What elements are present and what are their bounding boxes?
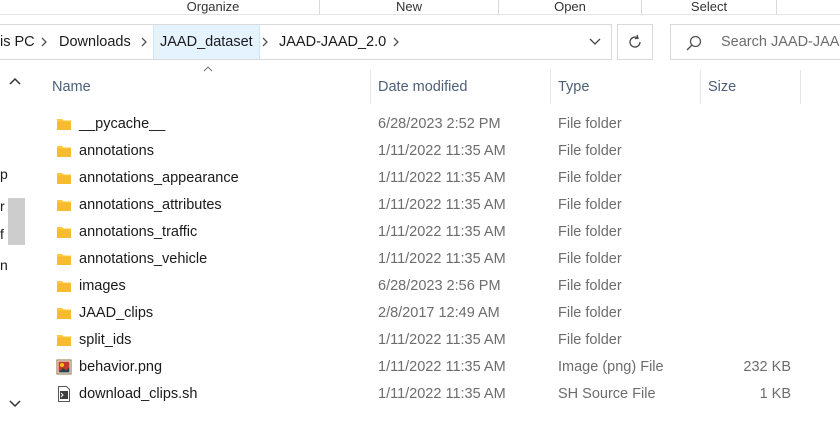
file-row[interactable]: annotations_appearance 1/11/2022 11:35 A… bbox=[0, 165, 840, 192]
search-box[interactable]: Search JAAD-JAAD_2.0 bbox=[670, 24, 840, 60]
sort-ascending-icon bbox=[203, 66, 213, 72]
file-name: annotations_appearance bbox=[79, 170, 239, 186]
file-type: File folder bbox=[558, 197, 622, 213]
file-name: JAAD_clips bbox=[79, 305, 154, 321]
refresh-button[interactable] bbox=[617, 24, 653, 60]
file-type: File folder bbox=[558, 251, 622, 267]
file-row[interactable]: split_ids 1/11/2022 11:35 AM File folder bbox=[0, 327, 840, 354]
column-divider[interactable] bbox=[550, 70, 551, 104]
ribbon-group-open: Open bbox=[499, 0, 642, 15]
file-row[interactable]: annotations 1/11/2022 11:35 AM File fold… bbox=[0, 138, 840, 165]
file-date-modified: 1/11/2022 11:35 AM bbox=[378, 332, 506, 348]
scroll-up-arrow-icon[interactable] bbox=[9, 76, 21, 86]
file-row[interactable]: behavior.png 1/11/2022 11:35 AM Image (p… bbox=[0, 354, 840, 381]
chevron-down-icon bbox=[589, 38, 601, 45]
refresh-icon bbox=[629, 34, 641, 48]
file-row[interactable]: __pycache__ 6/28/2023 2:52 PM File folde… bbox=[0, 111, 840, 138]
file-date-modified: 1/11/2022 11:35 AM bbox=[378, 359, 506, 375]
file-size bbox=[700, 111, 791, 138]
ribbon-group-new: New bbox=[320, 0, 499, 15]
breadcrumb-separator-icon[interactable] bbox=[36, 25, 52, 59]
folder-icon bbox=[57, 227, 71, 238]
file-name: behavior.png bbox=[79, 359, 163, 375]
column-header-name[interactable]: Name bbox=[52, 70, 91, 104]
address-history-dropdown-button[interactable] bbox=[583, 25, 607, 59]
file-row[interactable]: annotations_attributes 1/11/2022 11:35 A… bbox=[0, 192, 840, 219]
file-type: File folder bbox=[558, 116, 622, 132]
file-type: File folder bbox=[558, 143, 622, 159]
file-date-modified: 6/28/2023 2:52 PM bbox=[378, 116, 501, 132]
ribbon-group-labels: Organize New Open Select bbox=[0, 0, 840, 15]
address-bar-row: is PC Downloads JAAD_dataset JAAD-JAAD_2… bbox=[0, 15, 840, 65]
file-name: __pycache__ bbox=[79, 116, 166, 132]
folder-icon bbox=[57, 308, 71, 319]
column-header-size[interactable]: Size bbox=[708, 70, 736, 104]
file-type: Image (png) File bbox=[558, 359, 664, 375]
file-type: File folder bbox=[558, 170, 622, 186]
folder-icon bbox=[57, 281, 71, 292]
column-divider[interactable] bbox=[700, 70, 701, 104]
file-size bbox=[700, 300, 791, 327]
file-name: annotations bbox=[79, 143, 154, 159]
breadcrumb-jaad-dataset[interactable]: JAAD_dataset bbox=[153, 25, 260, 59]
file-type: File folder bbox=[558, 224, 622, 240]
file-type: File folder bbox=[558, 332, 622, 348]
file-size bbox=[700, 219, 791, 246]
file-type: SH Source File bbox=[558, 386, 656, 402]
breadcrumb-separator-icon[interactable] bbox=[257, 25, 273, 59]
image-file-icon bbox=[56, 359, 72, 375]
file-row[interactable]: annotations_vehicle 1/11/2022 11:35 AM F… bbox=[0, 246, 840, 273]
column-header-type[interactable]: Type bbox=[558, 70, 589, 104]
file-size bbox=[700, 138, 791, 165]
file-size bbox=[700, 165, 791, 192]
file-size bbox=[700, 273, 791, 300]
breadcrumb-jaad-jaad-2-0[interactable]: JAAD-JAAD_2.0 bbox=[273, 25, 392, 59]
file-name: annotations_attributes bbox=[79, 197, 222, 213]
folder-icon bbox=[57, 173, 71, 184]
breadcrumb-separator-icon[interactable] bbox=[388, 25, 404, 59]
address-bar[interactable]: is PC Downloads JAAD_dataset JAAD-JAAD_2… bbox=[0, 24, 612, 60]
file-date-modified: 1/11/2022 11:35 AM bbox=[378, 170, 506, 186]
ribbon-group-select: Select bbox=[642, 0, 777, 15]
file-name: split_ids bbox=[79, 332, 132, 348]
file-name: annotations_vehicle bbox=[79, 251, 208, 267]
file-name: images bbox=[79, 278, 126, 294]
file-row[interactable]: images 6/28/2023 2:56 PM File folder bbox=[0, 273, 840, 300]
search-input[interactable]: Search JAAD-JAAD_2.0 bbox=[721, 25, 840, 59]
file-name: download_clips.sh bbox=[79, 386, 198, 402]
breadcrumb-separator-icon[interactable] bbox=[136, 25, 152, 59]
column-header-date-modified[interactable]: Date modified bbox=[378, 70, 467, 104]
file-date-modified: 2/8/2017 12:49 AM bbox=[378, 305, 500, 321]
file-row[interactable]: JAAD_clips 2/8/2017 12:49 AM File folder bbox=[0, 300, 840, 327]
column-divider[interactable] bbox=[800, 70, 801, 104]
file-row[interactable]: annotations_traffic 1/11/2022 11:35 AM F… bbox=[0, 219, 840, 246]
file-type: File folder bbox=[558, 305, 622, 321]
file-date-modified: 6/28/2023 2:56 PM bbox=[378, 278, 501, 294]
script-file-icon bbox=[58, 386, 70, 402]
file-size bbox=[700, 192, 791, 219]
ribbon-group-organize: Organize bbox=[107, 0, 320, 15]
file-date-modified: 1/11/2022 11:35 AM bbox=[378, 143, 506, 159]
file-date-modified: 1/11/2022 11:35 AM bbox=[378, 197, 506, 213]
folder-icon bbox=[57, 200, 71, 211]
folder-icon bbox=[57, 335, 71, 346]
file-size: 1 KB bbox=[759, 386, 791, 402]
folder-icon bbox=[57, 146, 71, 157]
file-date-modified: 1/11/2022 11:35 AM bbox=[378, 386, 506, 402]
file-type: File folder bbox=[558, 278, 622, 294]
file-date-modified: 1/11/2022 11:35 AM bbox=[378, 224, 506, 240]
column-divider[interactable] bbox=[370, 70, 371, 104]
file-row[interactable]: download_clips.sh 1/11/2022 11:35 AM SH … bbox=[0, 381, 840, 408]
folder-icon bbox=[57, 119, 71, 130]
file-date-modified: 1/11/2022 11:35 AM bbox=[378, 251, 506, 267]
breadcrumb-this-pc[interactable]: is PC bbox=[0, 25, 35, 59]
file-size bbox=[700, 246, 791, 273]
folder-icon bbox=[57, 254, 71, 265]
breadcrumb-downloads[interactable]: Downloads bbox=[53, 25, 137, 59]
search-icon bbox=[686, 35, 702, 51]
file-name: annotations_traffic bbox=[79, 224, 198, 240]
file-size bbox=[700, 327, 791, 354]
file-size: 232 KB bbox=[743, 359, 791, 375]
